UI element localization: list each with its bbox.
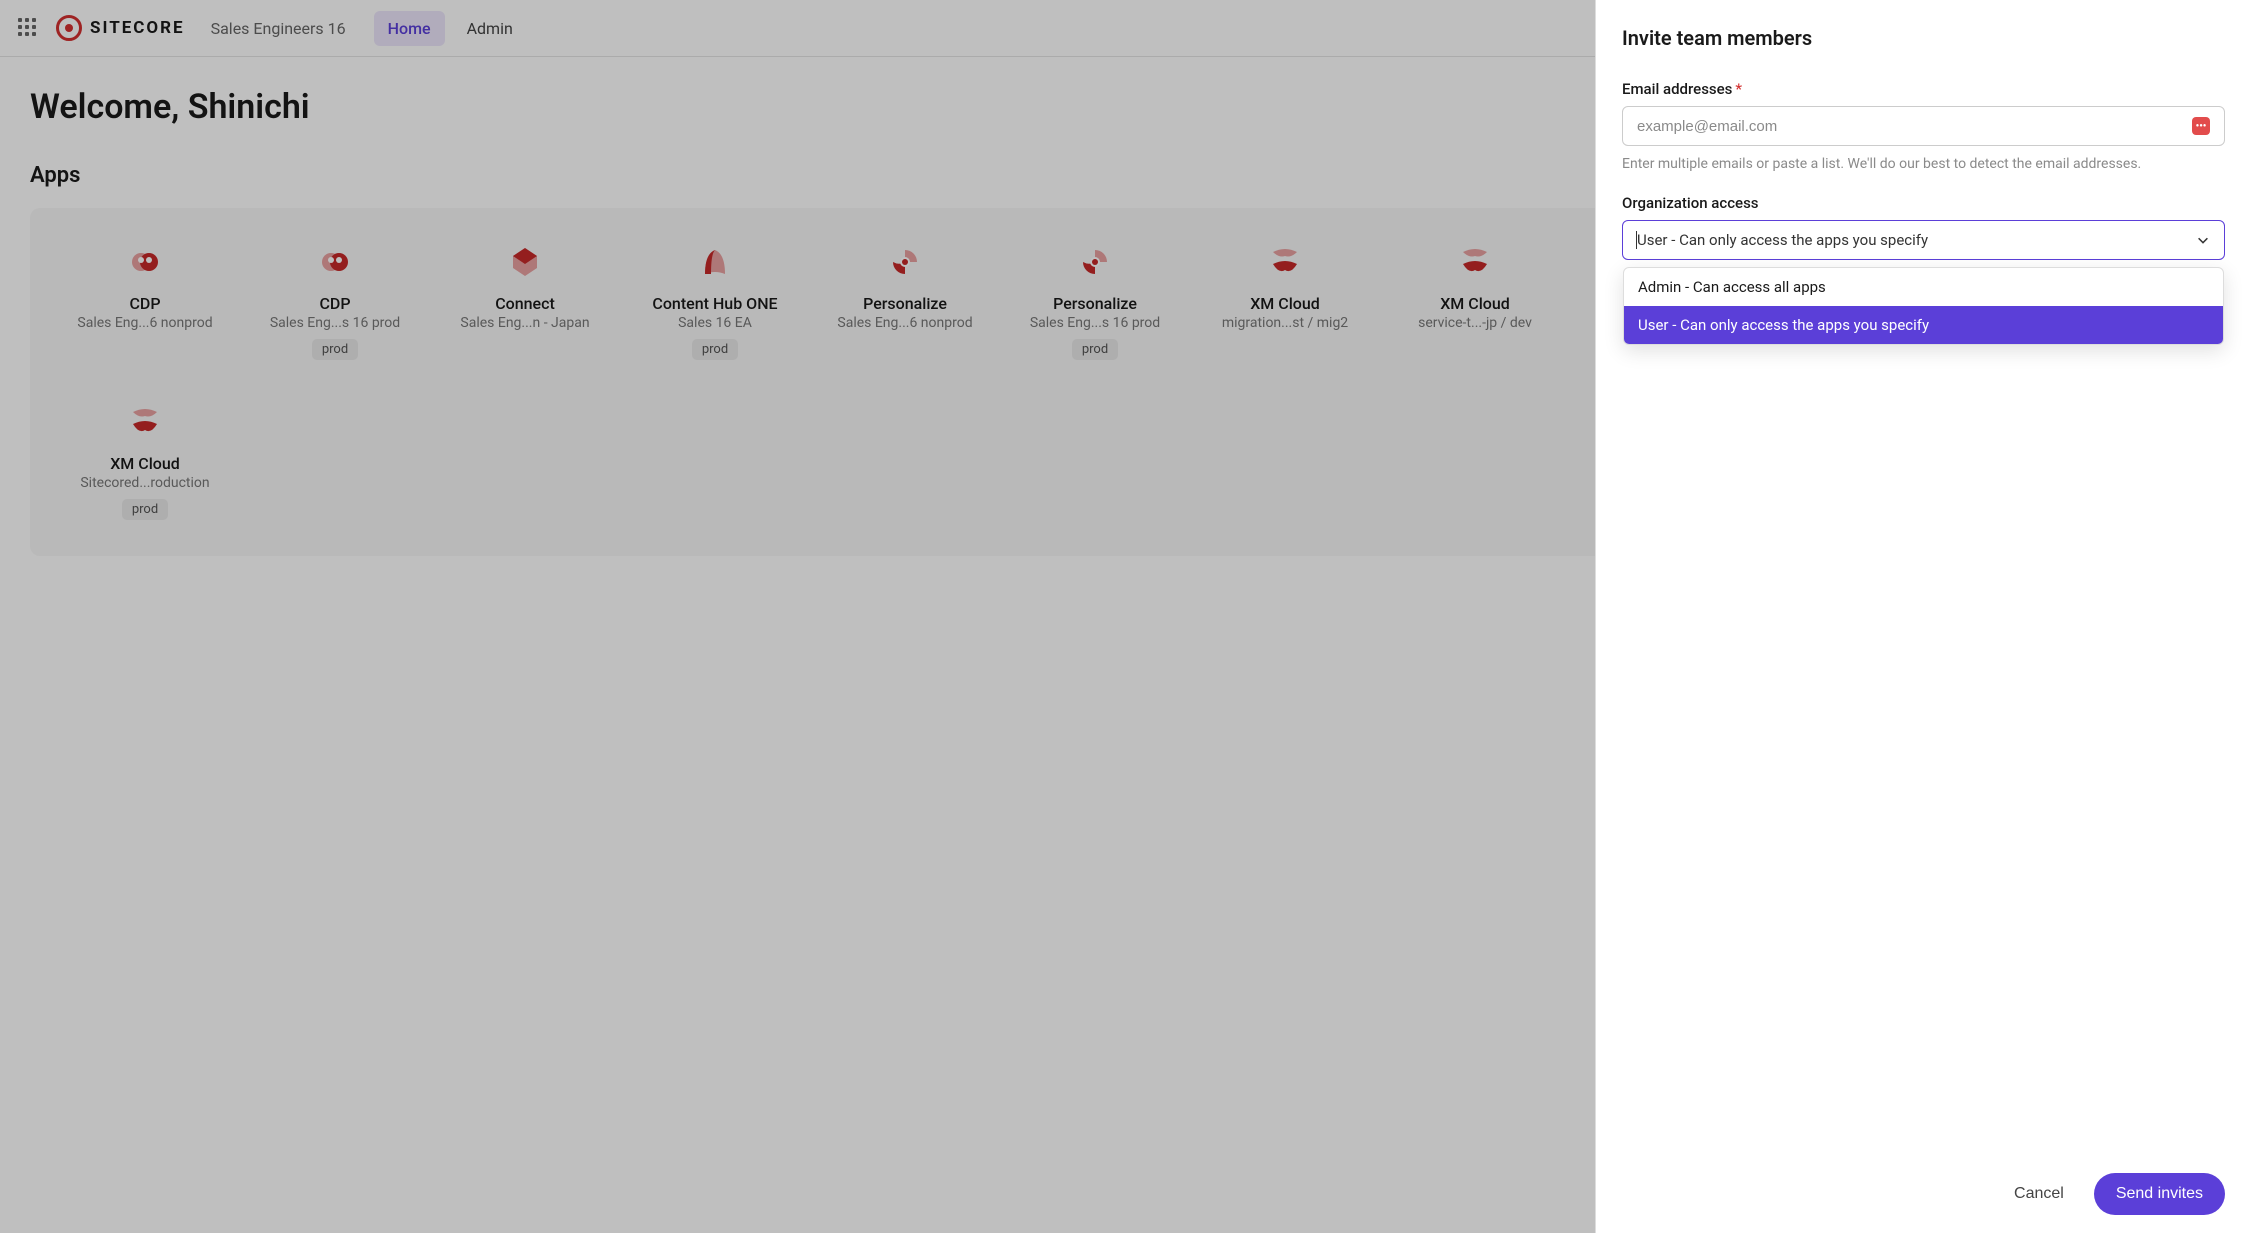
dropdown-option-user[interactable]: User - Can only access the apps you spec…: [1624, 306, 2223, 344]
org-access-select[interactable]: User - Can only access the apps you spec…: [1622, 220, 2225, 260]
password-manager-icon[interactable]: •••: [2192, 117, 2210, 135]
email-hint: Enter multiple emails or paste a list. W…: [1622, 156, 2225, 172]
panel-title: Invite team members: [1622, 26, 2225, 50]
org-access-label: Organization access: [1622, 194, 2225, 212]
org-access-selected: User - Can only access the apps you spec…: [1637, 231, 1928, 249]
email-input[interactable]: [1637, 118, 2192, 135]
panel-footer: Cancel Send invites: [1596, 1155, 2251, 1233]
invite-panel: Invite team members Email addresses* •••…: [1595, 0, 2251, 1233]
cancel-button[interactable]: Cancel: [2002, 1173, 2076, 1215]
email-input-wrapper: •••: [1622, 106, 2225, 146]
required-asterisk: *: [1735, 80, 1742, 98]
send-invites-button[interactable]: Send invites: [2094, 1173, 2225, 1215]
org-access-dropdown: Admin - Can access all apps User - Can o…: [1623, 267, 2224, 345]
email-label: Email addresses*: [1622, 80, 2225, 98]
chevron-down-icon: [2196, 233, 2210, 247]
email-label-text: Email addresses: [1622, 80, 1732, 98]
dropdown-option-admin[interactable]: Admin - Can access all apps: [1624, 268, 2223, 306]
